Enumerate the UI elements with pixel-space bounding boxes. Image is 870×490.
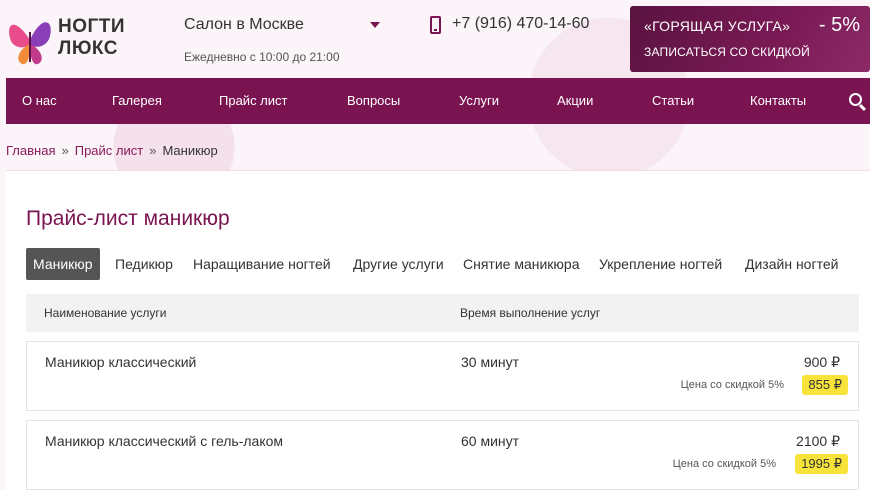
- discount-price-badge: 855 ₽: [802, 375, 848, 395]
- nav-item-faq[interactable]: Вопросы: [347, 78, 400, 124]
- table-row[interactable]: Маникюр классический с гель-лаком 60 мин…: [26, 420, 859, 490]
- nav-item-articles[interactable]: Статьи: [652, 78, 694, 124]
- promo-discount: - 5%: [818, 14, 860, 36]
- page-title: Прайс-лист маникюр: [26, 207, 230, 230]
- tab-nail-extension[interactable]: Наращивание ногтей: [193, 248, 331, 280]
- nav-item-gallery[interactable]: Галерея: [112, 78, 162, 124]
- column-header-name: Наименование услуги: [44, 306, 167, 320]
- service-price: 2100 ₽: [796, 433, 840, 449]
- city-selector[interactable]: Салон в Москве: [184, 16, 304, 34]
- column-header-time: Время выполнение услуг: [460, 306, 601, 320]
- working-hours: Ежедневно с 10:00 до 21:00: [184, 50, 340, 64]
- service-name: Маникюр классический с гель-лаком: [45, 433, 284, 449]
- tab-other-services[interactable]: Другие услуги: [353, 248, 444, 280]
- table-header: Наименование услуги Время выполнение усл…: [26, 294, 859, 332]
- phone-link[interactable]: +7 (916) 470-14-60: [452, 15, 589, 33]
- main-nav: О нас Галерея Прайс лист Вопросы Услуги …: [6, 78, 870, 124]
- nav-item-services[interactable]: Услуги: [459, 78, 499, 124]
- tab-nail-design[interactable]: Дизайн ногтей: [745, 248, 838, 280]
- tab-pedicure[interactable]: Педикюр: [115, 248, 173, 280]
- promo-title: «ГОРЯЩАЯ УСЛУГА»: [644, 18, 791, 34]
- breadcrumb-home[interactable]: Главная: [6, 143, 55, 158]
- breadcrumb-price-list[interactable]: Прайс лист: [75, 143, 143, 158]
- phone-icon: [430, 16, 441, 34]
- service-name: Маникюр классический: [45, 354, 197, 370]
- table-row[interactable]: Маникюр классический 30 минут 900 ₽ Цена…: [26, 341, 859, 411]
- hot-offer-banner[interactable]: «ГОРЯЩАЯ УСЛУГА» - 5% ЗАПИСАТЬСЯ СО СКИД…: [630, 6, 870, 72]
- breadcrumb-separator: »: [149, 143, 157, 158]
- service-time: 60 минут: [461, 433, 520, 449]
- butterfly-logo-icon[interactable]: [6, 10, 54, 68]
- logo-text[interactable]: НОГТИ ЛЮКС: [58, 16, 125, 60]
- discount-label: Цена со скидкой 5%: [680, 379, 784, 391]
- nav-item-contacts[interactable]: Контакты: [750, 78, 806, 124]
- logo-line2: ЛЮКС: [58, 38, 118, 59]
- tab-nail-strengthening[interactable]: Укрепление ногтей: [599, 248, 722, 280]
- breadcrumb-current: Маникюр: [162, 143, 218, 158]
- service-price: 900 ₽: [803, 354, 840, 370]
- search-icon[interactable]: [849, 93, 862, 106]
- discount-price-badge: 1995 ₽: [795, 454, 848, 474]
- breadcrumb: Главная » Прайс лист » Маникюр: [6, 143, 218, 158]
- breadcrumb-separator: »: [61, 143, 69, 158]
- nav-item-price-list[interactable]: Прайс лист: [219, 78, 287, 124]
- nav-item-promotions[interactable]: Акции: [557, 78, 593, 124]
- price-list-card: Прайс-лист маникюр Маникюр Педикюр Наращ…: [6, 170, 870, 490]
- logo-line1: НОГТИ: [58, 16, 126, 37]
- site-header: НОГТИ ЛЮКС Салон в Москве Ежедневно с 10…: [0, 0, 870, 78]
- tab-manicure-removal[interactable]: Снятие маникюра: [463, 248, 580, 280]
- nav-item-about[interactable]: О нас: [22, 78, 57, 124]
- chevron-down-icon[interactable]: [370, 22, 380, 28]
- tab-manicure[interactable]: Маникюр: [26, 248, 100, 280]
- discount-label: Цена со скидкой 5%: [672, 458, 776, 470]
- service-time: 30 минут: [461, 354, 520, 370]
- promo-signup-link[interactable]: ЗАПИСАТЬСЯ СО СКИДКОЙ: [644, 45, 810, 59]
